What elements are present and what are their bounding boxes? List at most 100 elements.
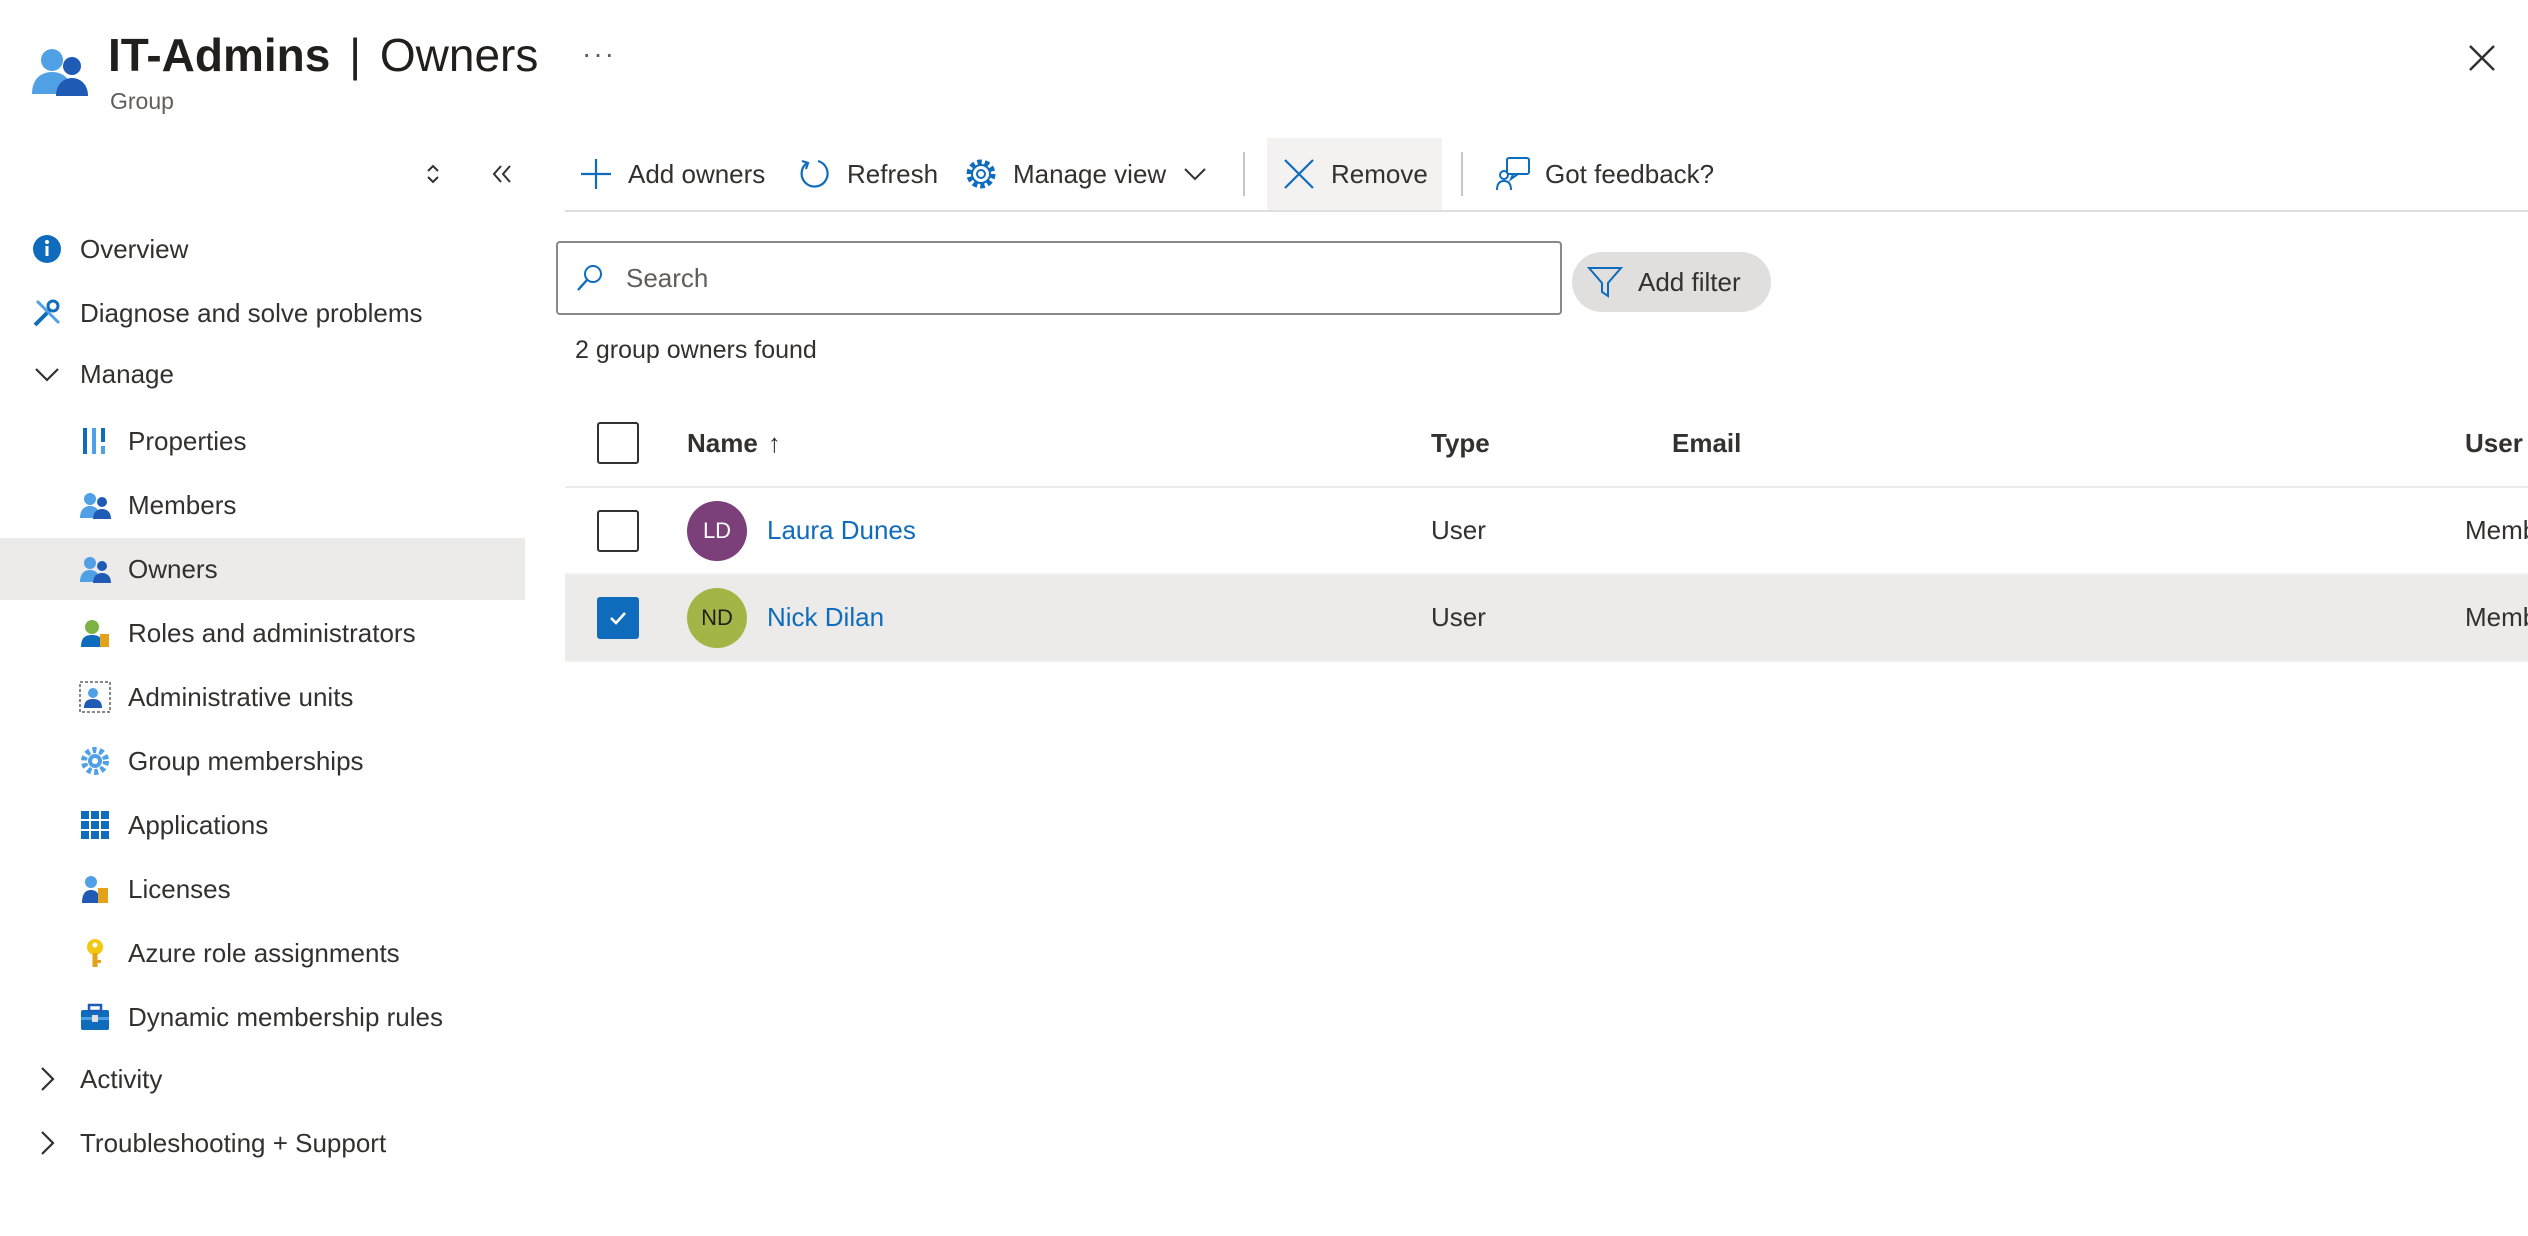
type-cell: User [1431,515,1486,545]
sidebar-item-label: Diagnose and solve problems [80,297,423,328]
sidebar-item-licenses[interactable]: Licenses [0,858,525,920]
sidebar-item-label: Manage [80,358,174,389]
sidebar-item-activity[interactable]: Activity [0,1048,525,1110]
sidebar-item-azure-roles[interactable]: Azure role assignments [0,922,525,984]
page-header: IT-Admins | Owners Group ··· [30,28,2500,120]
sidebar-item-manage[interactable]: Manage [0,343,525,405]
owners-icon [78,552,112,586]
sidebar: Overview Diagnose and solve problems Man… [0,140,525,1200]
row-select-cell [597,575,639,660]
column-header-user-type[interactable]: User type [2465,400,2528,486]
table-row[interactable]: LD Laura Dunes User Member [565,488,2528,575]
row-checkbox[interactable] [597,509,639,552]
wrench-icon [30,296,64,330]
feedback-button[interactable]: Got feedback? [1495,138,1714,210]
sidebar-item-owners[interactable]: Owners [0,538,525,600]
sidebar-item-label: Overview [80,233,189,264]
toolbox-icon [78,1000,112,1034]
chevron-down-icon [1184,168,1206,181]
remove-button[interactable]: Remove [1267,138,1442,210]
sidebar-item-label: Group memberships [128,745,364,776]
close-icon[interactable] [2464,40,2500,76]
refresh-icon [797,156,833,192]
chevron-right-icon [30,1062,64,1096]
remove-label: Remove [1331,158,1428,189]
column-name-label: Name [687,427,758,458]
column-header-type[interactable]: Type [1431,400,1490,486]
page-subtitle: Group [110,88,174,114]
roles-icon [78,616,112,650]
column-header-name[interactable]: Name ↑ [687,400,781,486]
sidebar-item-label: Applications [128,809,269,840]
sidebar-item-label: Properties [128,425,247,456]
manage-view-button[interactable]: Manage view [963,138,1208,210]
toolbar-divider [1461,152,1463,196]
sidebar-item-roles[interactable]: Roles and administrators [0,602,525,664]
type-cell: User [1431,602,1486,632]
manage-view-label: Manage view [1013,158,1167,189]
sidebar-item-label: Azure role assignments [128,937,400,968]
avatar: ND [687,587,747,648]
sidebar-item-label: Licenses [128,873,231,904]
sidebar-item-label: Owners [128,553,218,584]
sidebar-item-group-memberships[interactable]: Group memberships [0,730,525,792]
sidebar-item-overview[interactable]: Overview [0,218,525,280]
name-cell: ND Nick Dilan [687,575,884,660]
table-row[interactable]: ND Nick Dilan User Member [565,575,2528,662]
refresh-label: Refresh [847,158,939,189]
key-icon [78,936,112,970]
sidebar-item-dynamic-rules[interactable]: Dynamic membership rules [0,986,525,1048]
sidebar-item-label: Dynamic membership rules [128,1001,443,1032]
page-title: IT-Admins | Owners [108,28,538,82]
sidebar-item-troubleshooting[interactable]: Troubleshooting + Support [0,1112,525,1174]
chevron-down-icon [30,357,64,391]
expand-collapse-all-icon[interactable] [417,158,449,190]
owner-name-link[interactable]: Nick Dilan [767,602,884,633]
group-icon [32,49,88,96]
grid-icon [78,808,112,842]
sidebar-item-applications[interactable]: Applications [0,794,525,856]
sidebar-item-label: Activity [80,1063,163,1094]
select-all-cell [597,400,639,486]
avatar: LD [687,500,747,561]
row-checkbox[interactable] [597,596,639,639]
add-filter-button[interactable]: Add filter [1572,252,1771,312]
refresh-button[interactable]: Refresh [797,138,938,210]
column-email-label: Email [1672,427,1742,458]
user-type-cell: Member [2465,515,2528,545]
gear-icon [78,744,112,778]
admin-units-icon [78,680,112,714]
select-all-checkbox[interactable] [597,422,639,464]
sidebar-item-label: Administrative units [128,681,354,712]
column-header-email[interactable]: Email [1672,400,1741,486]
sidebar-item-label: Troubleshooting + Support [80,1127,387,1158]
owner-name-link[interactable]: Laura Dunes [767,515,916,546]
user-type-cell: Member [2465,602,2528,632]
feedback-icon [1495,156,1531,192]
group-name: IT-Admins [108,29,331,81]
more-options-button[interactable]: ··· [582,38,616,70]
gear-icon [963,156,999,192]
sidebar-item-admin-units[interactable]: Administrative units [0,666,525,728]
sidebar-item-members[interactable]: Members [0,474,525,536]
feedback-label: Got feedback? [1545,158,1715,189]
add-owners-button[interactable]: Add owners [578,138,765,210]
license-icon [78,872,112,906]
search-box[interactable] [556,241,1562,315]
search-input[interactable] [626,262,1526,294]
sidebar-item-properties[interactable]: Properties [0,410,525,472]
command-bar: Add owners Refresh Manage view Remove Go… [565,138,2528,212]
results-count: 2 group owners found [575,336,817,364]
filter-icon [1586,267,1624,298]
sidebar-item-diagnose[interactable]: Diagnose and solve problems [0,282,525,344]
search-icon [577,265,602,291]
sort-ascending-icon: ↑ [767,427,781,458]
collapse-sidebar-icon[interactable] [486,158,518,190]
table-header: Name ↑ Type Email User type [565,400,2528,488]
members-icon [78,488,112,522]
title-separator: | [349,29,362,81]
chevron-right-icon [30,1126,64,1160]
page-name: Owners [379,29,539,81]
close-icon [1281,156,1317,192]
sidebar-item-label: Roles and administrators [128,617,416,648]
